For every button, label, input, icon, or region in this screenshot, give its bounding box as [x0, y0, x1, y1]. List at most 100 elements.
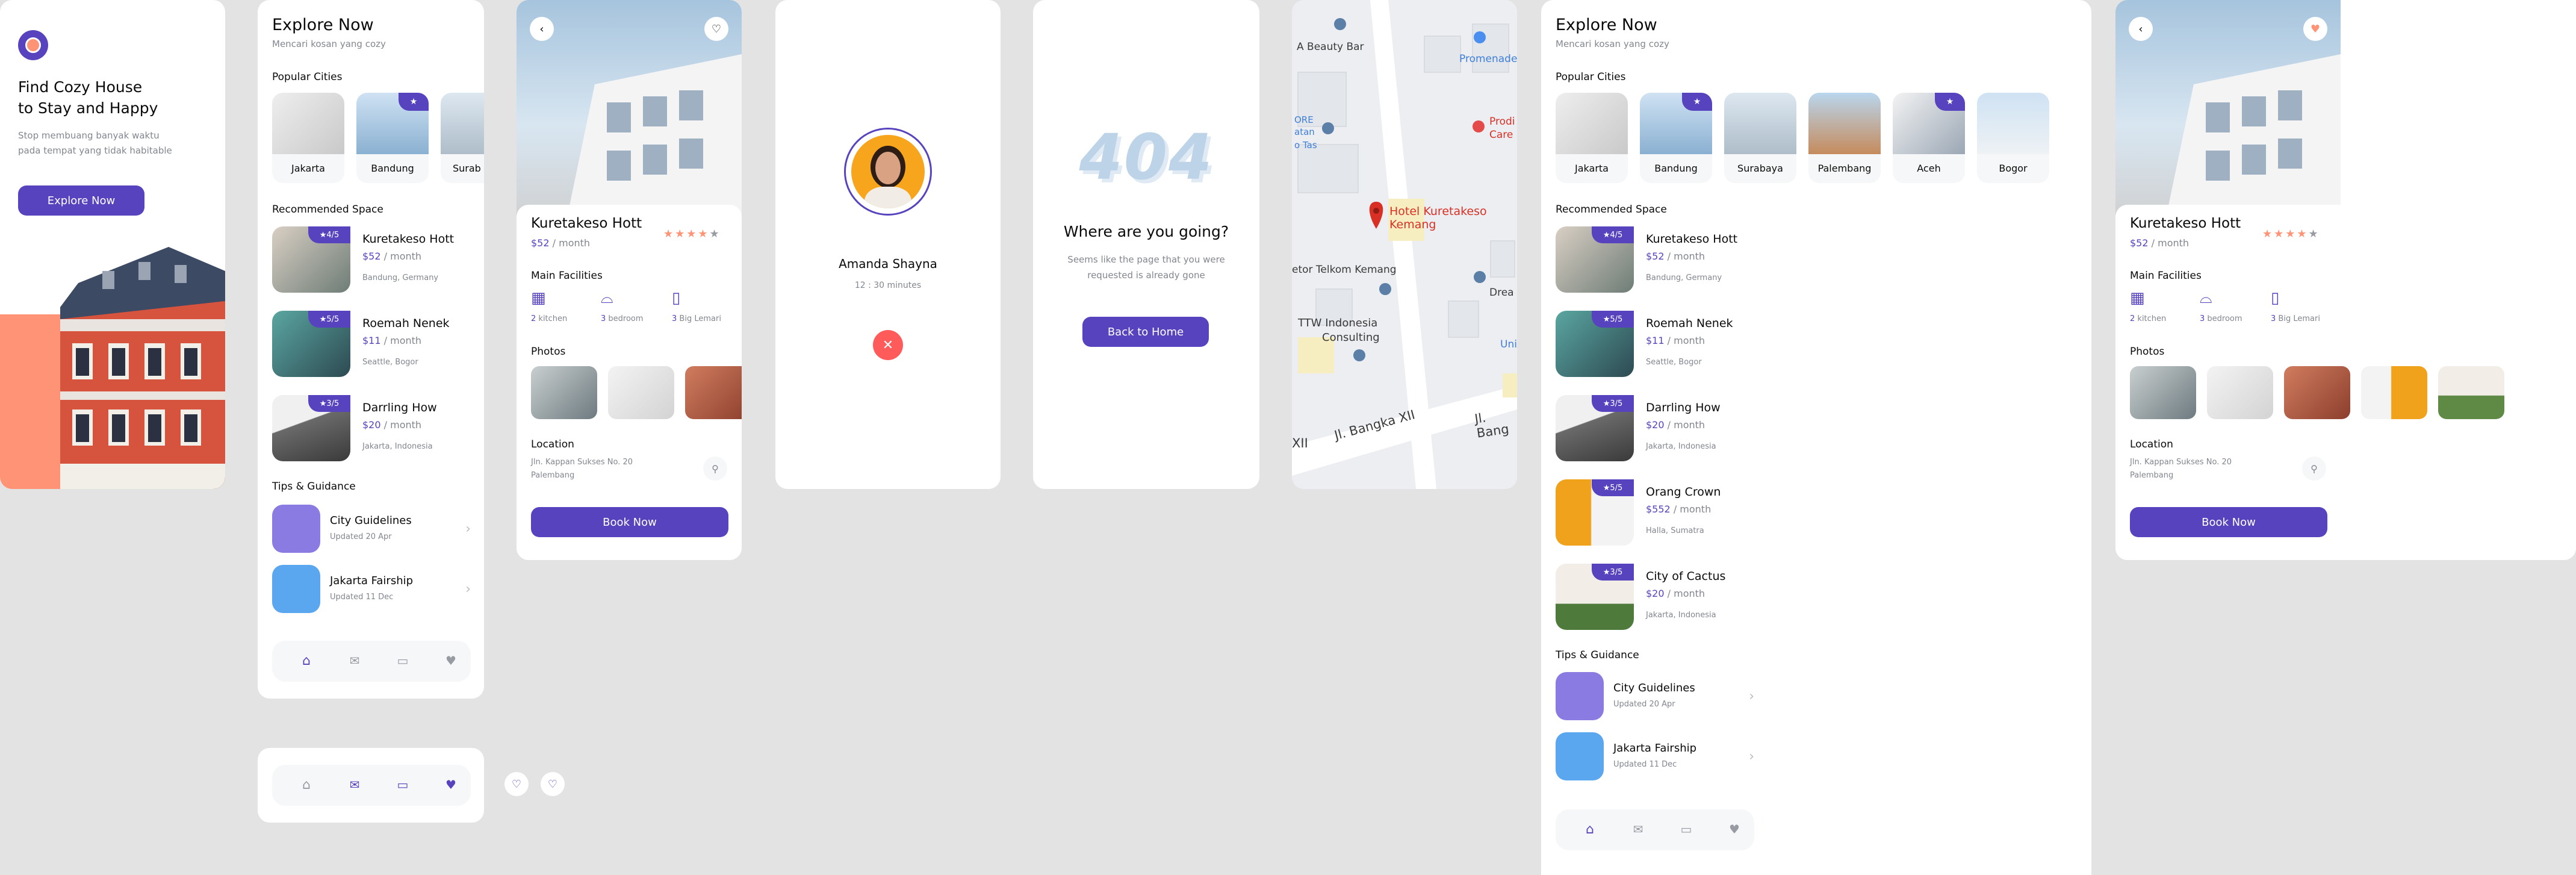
caller-name: Amanda Shayna [839, 257, 937, 271]
tip-card[interactable]: City Guidelines Updated 20 Apr › [272, 505, 471, 553]
end-call-button[interactable]: ✕ [873, 330, 903, 360]
space-card[interactable]: ★ 4/5 Kuretakeso Hott $52 / month Bandun… [1556, 226, 1772, 296]
back-button[interactable]: ‹ [530, 17, 554, 41]
space-card[interactable]: ★ 5/5 Roemah Nenek $11 / month Seattle, … [272, 311, 484, 381]
gallery-photo[interactable] [2438, 366, 2504, 419]
city-card-bandung[interactable]: ★ Bandung [356, 93, 429, 183]
card-icon[interactable]: ▭ [1677, 820, 1695, 838]
mail-icon[interactable]: ✉ [1629, 820, 1647, 838]
section-location: Location [531, 438, 574, 450]
city-photo [1556, 93, 1628, 154]
space-card[interactable]: ★ 4/5 Kuretakeso Hott $52 / month Bandun… [272, 226, 484, 296]
city-card-jakarta[interactable]: Jakarta [272, 93, 344, 183]
city-label: Bandung [1654, 163, 1698, 174]
city-card-bogor[interactable]: Bogor [1977, 93, 2049, 183]
city-label: Jakarta [291, 163, 325, 174]
not-found-screen: 404 Where are you going? Seems like the … [1033, 0, 1259, 489]
city-card-jakarta[interactable]: Jakarta [1556, 93, 1628, 183]
map-label-xii: XII [1292, 436, 1308, 450]
city-label: Palembang [1817, 163, 1872, 174]
space-price: $552 / month [1646, 503, 1712, 515]
space-price: $20 / month [1646, 419, 1705, 431]
gallery-photo[interactable] [2130, 366, 2196, 419]
page-subtitle: Mencari kosan yang cozy [1556, 39, 1669, 49]
city-label: Bogor [1999, 163, 2028, 174]
guidelines-icon [272, 505, 320, 553]
address-line2: Palembang [2130, 471, 2174, 480]
heart-icon[interactable]: ♥ [1725, 820, 1743, 838]
back-button[interactable]: ‹ [2129, 17, 2153, 41]
space-card[interactable]: ★ 3/5 Darrling How $20 / month Jakarta, … [1556, 395, 1772, 465]
cupboard-icon: ▯ [2271, 289, 2280, 307]
city-photo [1808, 93, 1881, 154]
gallery-photo[interactable] [2207, 366, 2273, 419]
rating-badge: ★ 4/5 [1592, 226, 1634, 243]
bedroom-icon: ⌓ [2200, 289, 2212, 307]
tip-card[interactable]: Jakarta Fairship Updated 11 Dec › [272, 565, 471, 613]
space-price: $52 / month [362, 251, 422, 262]
gallery-photo[interactable] [2284, 366, 2350, 419]
rating-badge: ★ 5/5 [1592, 311, 1634, 328]
home-icon[interactable]: ⌂ [1581, 820, 1599, 838]
book-now-button[interactable]: Book Now [531, 507, 728, 537]
address-line1: Jln. Kappan Sukses No. 20 [531, 458, 633, 467]
space-card[interactable]: ★ 3/5 City of Cactus $20 / month Jakarta… [1556, 564, 1772, 634]
home-icon[interactable]: ⌂ [297, 652, 315, 670]
space-location: Halla, Sumatra [1646, 526, 1704, 535]
tip-card[interactable]: City Guidelines Updated 20 Apr › [1556, 672, 1754, 720]
splash-title-1: Find Cozy House [18, 78, 143, 96]
space-price: $11 / month [362, 335, 422, 346]
kitchen-icon: ▦ [531, 289, 546, 307]
space-card[interactable]: ★ 5/5 Roemah Nenek $11 / month Seattle, … [1556, 311, 1772, 381]
favorite-button[interactable]: ♡ [704, 17, 728, 41]
mail-icon[interactable]: ✉ [346, 776, 364, 794]
section-photos: Photos [2130, 346, 2165, 358]
map-pin-icon[interactable]: ⚲ [703, 456, 727, 481]
bottom-nav-variant: ⌂ ✉ ▭ ♥ [258, 748, 484, 823]
home-icon[interactable]: ⌂ [297, 776, 315, 794]
map-pin-icon[interactable]: ⚲ [2302, 456, 2326, 481]
chevron-right-icon: › [1749, 749, 1754, 764]
space-card[interactable]: ★ 3/5 Darrling How $20 / month Jakarta, … [272, 395, 484, 465]
tip-date: Updated 20 Apr [1613, 700, 1675, 709]
back-to-home-button[interactable]: Back to Home [1082, 317, 1209, 347]
gallery-photo[interactable] [531, 366, 597, 419]
gallery-photo[interactable] [608, 366, 674, 419]
card-icon[interactable]: ▭ [394, 652, 412, 670]
map-label-otas: o Tas [1294, 140, 1317, 151]
mail-icon[interactable]: ✉ [346, 652, 364, 670]
bottom-nav: ⌂ ✉ ▭ ♥ [1556, 809, 1754, 850]
rating-badge: ★ 3/5 [308, 395, 350, 412]
city-card-palembang[interactable]: Palembang [1808, 93, 1881, 183]
bedroom-icon: ⌓ [601, 289, 613, 307]
heart-outline-icon[interactable]: ♡ [541, 772, 565, 796]
gallery-photo[interactable] [2361, 366, 2427, 419]
bottom-nav: ⌂ ✉ ▭ ♥ [272, 765, 471, 806]
card-icon[interactable]: ▭ [394, 776, 412, 794]
tip-title: City Guidelines [330, 514, 412, 527]
city-card-surabaya[interactable]: Surabaya [1724, 93, 1796, 183]
heart-icon[interactable]: ♥ [442, 652, 460, 670]
city-photo [272, 93, 344, 154]
city-photo [441, 93, 484, 154]
space-name: Kuretakeso Hott [1646, 232, 1738, 246]
heart-icon[interactable]: ♥ [442, 776, 460, 794]
favorite-button-active[interactable]: ♥ [2303, 17, 2327, 41]
home-screen-compact: Explore Now Mencari kosan yang cozy Popu… [258, 0, 484, 699]
facility-cupboard: 3 Big Lemari [2271, 314, 2320, 323]
city-card-aceh[interactable]: ★ Aceh [1893, 93, 1965, 183]
explore-now-button[interactable]: Explore Now [18, 185, 144, 216]
book-now-button[interactable]: Book Now [2130, 507, 2327, 537]
heart-outline-icon[interactable]: ♡ [504, 772, 529, 796]
city-card-surabaya[interactable]: Surab [441, 93, 484, 183]
section-recommended: Recommended Space [1556, 204, 1667, 216]
tip-card[interactable]: Jakarta Fairship Updated 11 Dec › [1556, 732, 1754, 780]
map-screen: A Beauty Bar Promenade Prodi Care ORE at… [1292, 0, 1517, 489]
address-line2: Palembang [531, 471, 575, 480]
city-photo [1724, 93, 1796, 154]
city-card-bandung[interactable]: ★ Bandung [1640, 93, 1712, 183]
chevron-right-icon: › [465, 582, 471, 597]
gallery-photo[interactable] [685, 366, 742, 419]
section-tips: Tips & Guidance [272, 481, 356, 493]
space-card[interactable]: ★ 5/5 Orang Crown $552 / month Halla, Su… [1556, 479, 1772, 549]
